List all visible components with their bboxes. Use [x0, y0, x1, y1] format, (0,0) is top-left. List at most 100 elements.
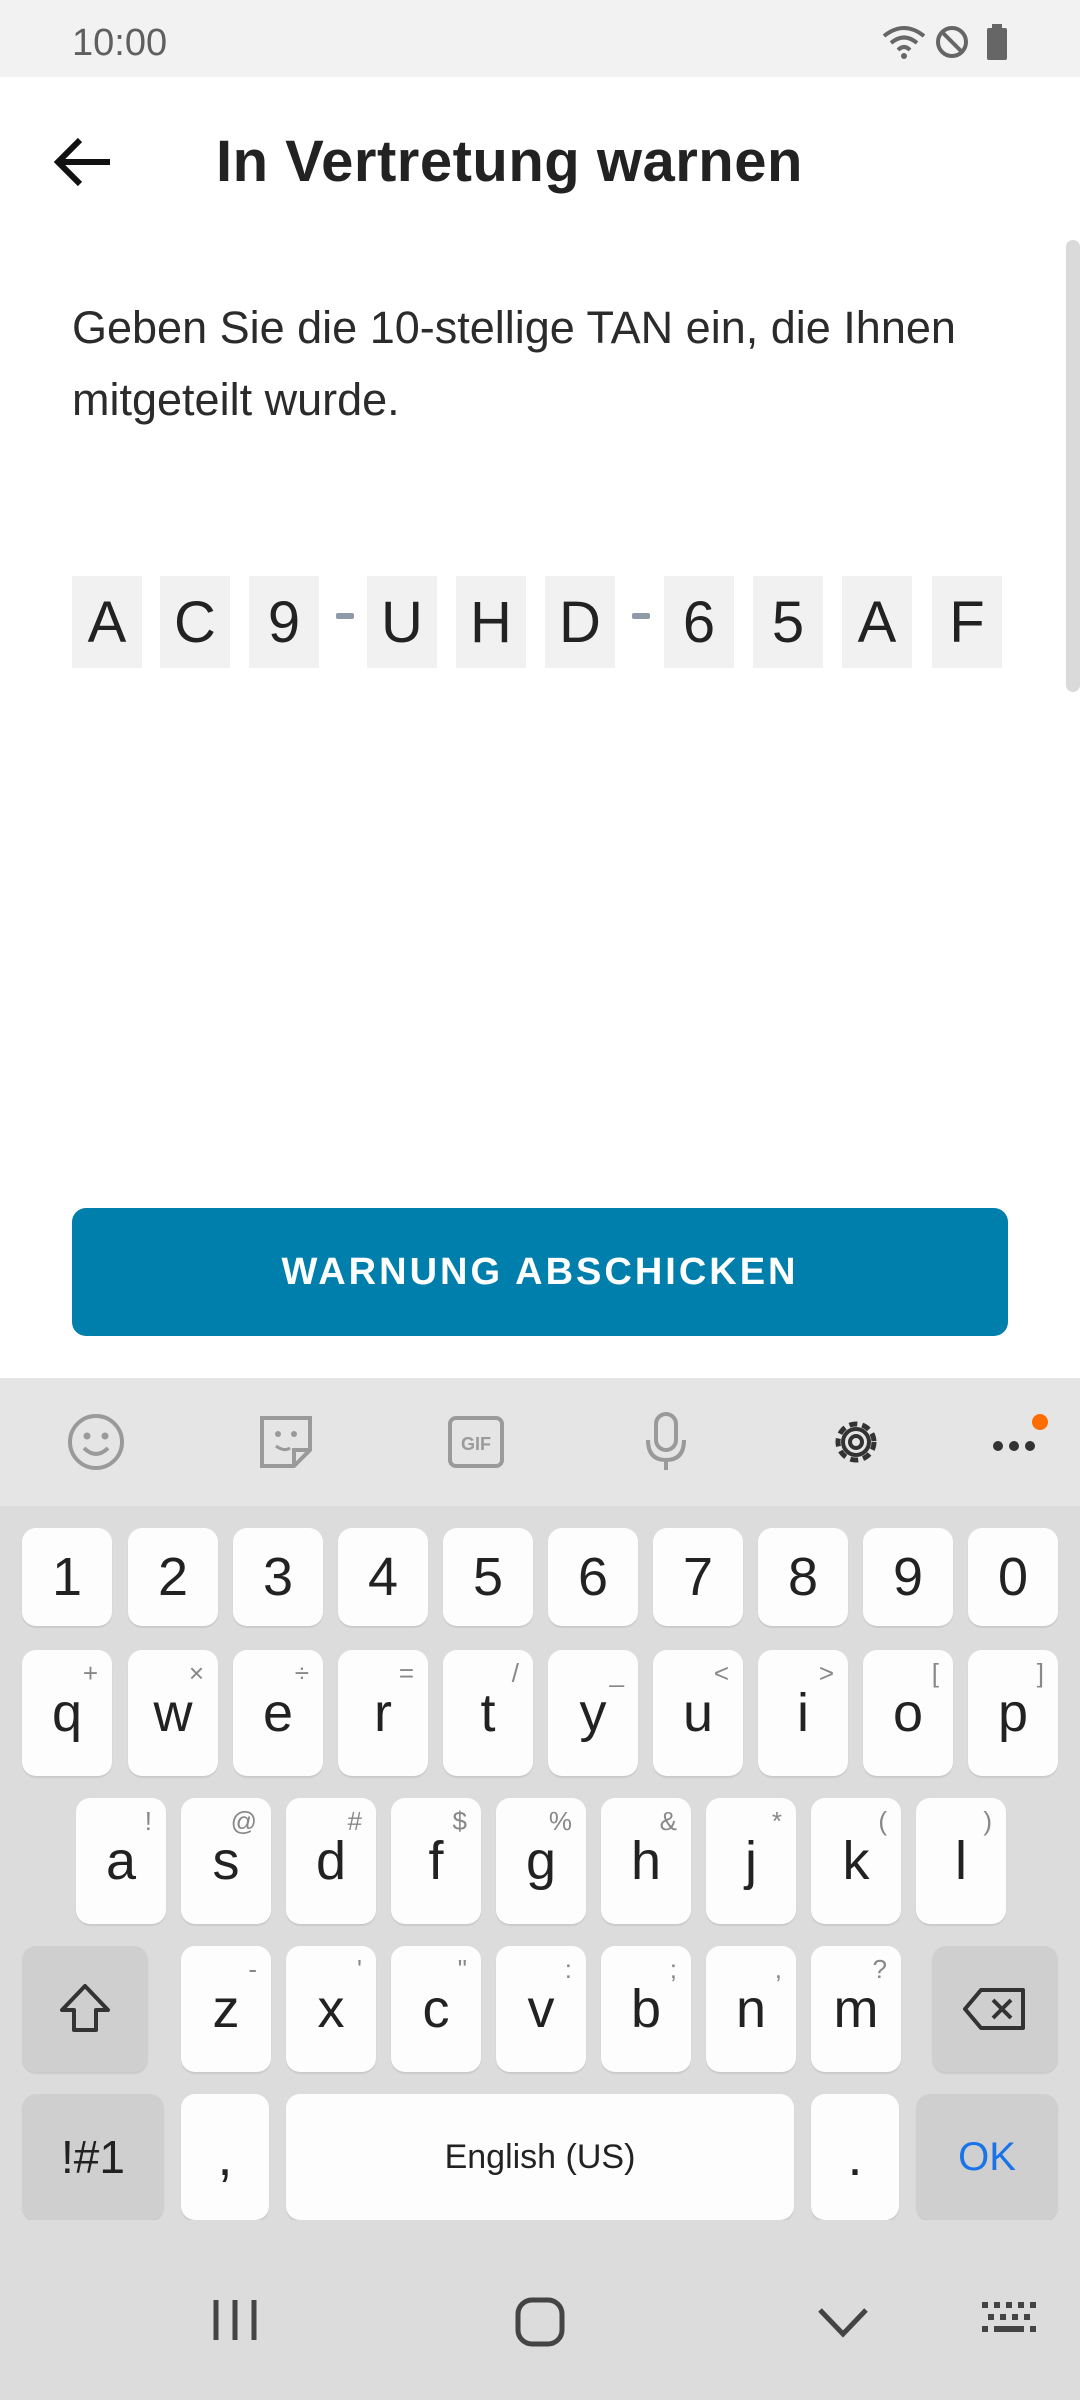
- key-9[interactable]: 9: [863, 1528, 953, 1626]
- key-hint: ×: [188, 1658, 204, 1688]
- tan-char-3[interactable]: 9: [249, 576, 319, 668]
- tan-separator: [336, 613, 354, 619]
- comma-key[interactable]: ,: [181, 2094, 269, 2220]
- key-hint: ;: [669, 1954, 677, 1984]
- key-c[interactable]: " c: [391, 1946, 481, 2072]
- key-hint: _: [609, 1658, 624, 1688]
- scrollbar[interactable]: [1066, 240, 1080, 692]
- key-t[interactable]: / t: [443, 1650, 533, 1776]
- microphone-icon[interactable]: [634, 1410, 698, 1474]
- key-m[interactable]: ? m: [811, 1946, 901, 2072]
- key-label: p: [997, 1683, 1029, 1743]
- key-p[interactable]: ] p: [968, 1650, 1058, 1776]
- key-hint: [: [931, 1658, 939, 1688]
- key-q[interactable]: + q: [22, 1650, 112, 1776]
- symbols-key[interactable]: !#1: [22, 2094, 164, 2220]
- emoji-icon[interactable]: [64, 1410, 128, 1474]
- tan-char-9[interactable]: A: [842, 576, 912, 668]
- key-2[interactable]: 2: [128, 1528, 218, 1626]
- key-0[interactable]: 0: [968, 1528, 1058, 1626]
- tan-char-8[interactable]: 5: [753, 576, 823, 668]
- key-hint: ": [457, 1954, 467, 1984]
- key-1[interactable]: 1: [22, 1528, 112, 1626]
- do-not-disturb-icon: [936, 26, 968, 58]
- key-w[interactable]: × w: [128, 1650, 218, 1776]
- key-label: r: [374, 1683, 392, 1743]
- key-hint: &: [659, 1806, 677, 1836]
- space-key[interactable]: English (US): [286, 2094, 794, 2220]
- home-icon[interactable]: [514, 2296, 566, 2348]
- key-5[interactable]: 5: [443, 1528, 533, 1626]
- key-v[interactable]: :v: [496, 1946, 586, 2072]
- recent-apps-icon[interactable]: [208, 2296, 262, 2344]
- keyboard-switch-icon[interactable]: [980, 2300, 1042, 2340]
- key-label: n: [735, 1979, 767, 2039]
- key-hint: ): [983, 1806, 992, 1836]
- tan-char-2[interactable]: C: [160, 576, 230, 668]
- key-hint: <: [713, 1658, 729, 1688]
- key-hint: *: [771, 1806, 782, 1836]
- key-x[interactable]: ' x: [286, 1946, 376, 2072]
- gif-icon[interactable]: GIF: [444, 1410, 508, 1474]
- key-d[interactable]: # d: [286, 1798, 376, 1924]
- key-l[interactable]: ) l: [916, 1798, 1006, 1924]
- key-n[interactable]: ,n: [706, 1946, 796, 2072]
- key-label: o: [892, 1683, 924, 1743]
- key-hint: ': [357, 1954, 362, 1984]
- key-z[interactable]: -z: [181, 1946, 271, 2072]
- key-hint: +: [82, 1658, 98, 1688]
- key-o[interactable]: [o: [863, 1650, 953, 1776]
- key-7[interactable]: 7: [653, 1528, 743, 1626]
- key-label: f: [428, 1831, 444, 1891]
- key-b[interactable]: ; b: [601, 1946, 691, 2072]
- key-6[interactable]: 6: [548, 1528, 638, 1626]
- key-s[interactable]: @ s: [181, 1798, 271, 1924]
- key-i[interactable]: > i: [758, 1650, 848, 1776]
- key-r[interactable]: = r: [338, 1650, 428, 1776]
- key-g[interactable]: % g: [496, 1798, 586, 1924]
- key-k[interactable]: (k: [811, 1798, 901, 1924]
- key-label: u: [682, 1683, 714, 1743]
- keyboard-toolbar: [0, 1378, 1080, 1506]
- back-arrow-icon[interactable]: [52, 130, 116, 194]
- gear-icon[interactable]: [824, 1410, 888, 1474]
- key-y[interactable]: _ y: [548, 1650, 638, 1776]
- key-hint: ,: [774, 1954, 782, 1984]
- key-hint: %: [548, 1806, 572, 1836]
- tan-char-6[interactable]: D: [545, 576, 615, 668]
- key-label: y: [579, 1683, 607, 1743]
- key-8[interactable]: 8: [758, 1528, 848, 1626]
- ok-key[interactable]: OK: [916, 2094, 1058, 2220]
- key-label: l: [955, 1831, 967, 1891]
- period-key[interactable]: .: [811, 2094, 899, 2220]
- key-j[interactable]: * j: [706, 1798, 796, 1924]
- tan-char-4[interactable]: U: [367, 576, 437, 668]
- key-hint: $: [452, 1806, 467, 1836]
- svg-text:GIF: GIF: [461, 1434, 491, 1454]
- sticker-icon[interactable]: [254, 1410, 318, 1474]
- key-h[interactable]: & h: [601, 1798, 691, 1924]
- tan-separator: [632, 613, 650, 619]
- key-f[interactable]: $ f: [391, 1798, 481, 1924]
- key-4[interactable]: 4: [338, 1528, 428, 1626]
- key-label: e: [262, 1683, 294, 1743]
- chevron-down-icon[interactable]: [816, 2304, 870, 2340]
- tan-char-10[interactable]: F: [932, 576, 1002, 668]
- key-label: w: [153, 1683, 193, 1743]
- tan-char-5[interactable]: H: [456, 576, 526, 668]
- key-u[interactable]: < u: [653, 1650, 743, 1776]
- key-label: s: [212, 1831, 240, 1891]
- key-hint: ÷: [294, 1658, 309, 1688]
- submit-warning-button[interactable]: WARNUNG ABSCHICKEN: [72, 1208, 1008, 1336]
- key-e[interactable]: ÷ e: [233, 1650, 323, 1776]
- tan-char-1[interactable]: A: [72, 576, 142, 668]
- key-label: x: [317, 1979, 345, 2039]
- shift-key[interactable]: [22, 1946, 148, 2072]
- backspace-key[interactable]: [932, 1946, 1058, 2072]
- tan-char-7[interactable]: 6: [664, 576, 734, 668]
- more-options-icon[interactable]: [984, 1410, 1048, 1474]
- key-3[interactable]: 3: [233, 1528, 323, 1626]
- key-label: g: [525, 1831, 557, 1891]
- key-a[interactable]: ! a: [76, 1798, 166, 1924]
- battery-icon: [987, 24, 1007, 60]
